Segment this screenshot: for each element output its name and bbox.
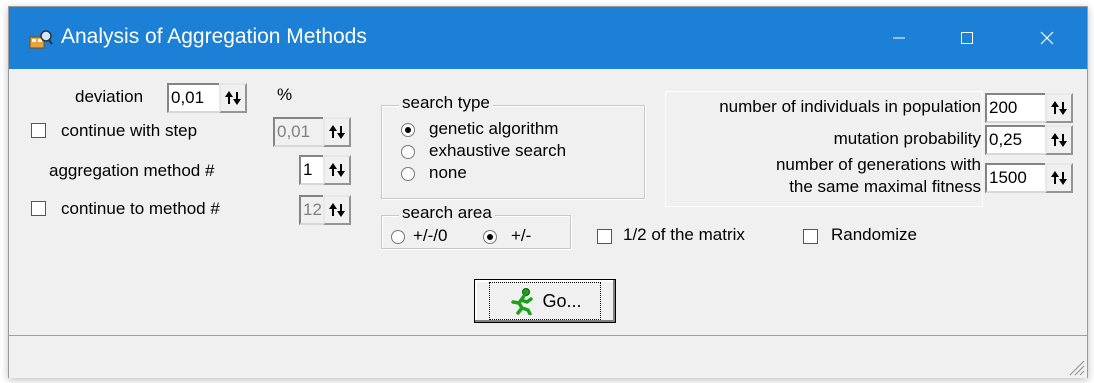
spin-arrows-icon <box>329 163 345 177</box>
radio-plus-minus[interactable] <box>483 230 497 244</box>
title-bar[interactable]: Analysis of Aggregation Methods <box>9 7 1087 69</box>
mutation-value[interactable]: 0,25 <box>985 125 1045 155</box>
deviation-value[interactable]: 0,01 <box>167 83 219 113</box>
go-button-focus: Go... <box>489 282 601 320</box>
close-button[interactable] <box>1019 7 1075 69</box>
radio-plus-minus-zero[interactable] <box>391 230 405 244</box>
radio-none[interactable] <box>401 167 415 181</box>
window-title: Analysis of Aggregation Methods <box>61 25 367 48</box>
go-button-label: Go... <box>542 290 582 311</box>
mutation-spinner[interactable]: 0,25 <box>985 125 1073 155</box>
main-window: Analysis of Aggregation Methods deviatio… <box>8 6 1088 378</box>
continue-method-label: continue to method # <box>61 199 220 218</box>
generations-value[interactable]: 1500 <box>985 163 1045 193</box>
generations-spin-arrows[interactable] <box>1045 163 1073 193</box>
radio-exhaustive-search[interactable] <box>401 145 415 159</box>
none-label: none <box>429 163 467 182</box>
running-man-icon <box>511 288 534 315</box>
generations-label-line2: the same maximal fitness <box>789 177 981 196</box>
analysis-app-icon <box>29 30 53 49</box>
minimize-icon <box>893 37 905 39</box>
maximize-icon <box>961 32 973 44</box>
step-spinner[interactable]: 0,01 <box>273 117 351 147</box>
deviation-spin-arrows[interactable] <box>219 83 247 113</box>
population-label: number of individuals in population <box>719 97 981 116</box>
radio-genetic-algorithm[interactable] <box>401 123 415 137</box>
percent-label: % <box>277 85 293 104</box>
aggregation-method-spin-arrows[interactable] <box>323 155 351 185</box>
deviation-label: deviation <box>75 87 144 106</box>
mutation-label: mutation probability <box>833 129 981 148</box>
continue-method-value[interactable]: 12 <box>299 195 323 225</box>
continue-step-label: continue with step <box>61 121 198 140</box>
generations-spinner[interactable]: 1500 <box>985 163 1073 193</box>
population-spinner[interactable]: 200 <box>985 93 1073 123</box>
continue-method-checkbox[interactable] <box>31 201 46 216</box>
status-bar <box>9 335 1087 378</box>
continue-method-spinner[interactable]: 12 <box>299 195 351 225</box>
half-matrix-checkbox[interactable] <box>597 229 612 244</box>
population-value[interactable]: 200 <box>985 93 1045 123</box>
exhaustive-search-label: exhaustive search <box>429 141 567 160</box>
genetic-algorithm-label: genetic algorithm <box>429 119 559 138</box>
population-spin-arrows[interactable] <box>1045 93 1073 123</box>
continue-method-spin-arrows[interactable] <box>323 195 351 225</box>
step-value[interactable]: 0,01 <box>273 117 323 147</box>
spin-arrows-icon <box>1051 101 1067 115</box>
plus-minus-label: +/- <box>511 226 532 245</box>
spin-arrows-icon <box>1051 171 1067 185</box>
spin-arrows-icon <box>329 203 345 217</box>
step-spin-arrows[interactable] <box>323 117 351 147</box>
spin-arrows-icon <box>329 125 345 139</box>
aggregation-method-spinner[interactable]: 1 <box>299 155 351 185</box>
randomize-label: Randomize <box>831 225 917 244</box>
search-type-title: search type <box>399 93 493 113</box>
client-area: deviation 0,01 % continue with step 0,01… <box>9 69 1087 335</box>
spin-arrows-icon <box>225 91 241 105</box>
resize-grip-icon[interactable] <box>1065 356 1085 376</box>
mutation-spin-arrows[interactable] <box>1045 125 1073 155</box>
randomize-checkbox[interactable] <box>803 229 818 244</box>
go-button[interactable]: Go... <box>474 279 616 323</box>
search-area-title: search area <box>399 203 495 223</box>
continue-step-checkbox[interactable] <box>31 123 46 138</box>
minimize-button[interactable] <box>871 7 927 69</box>
generations-label-line1: number of generations with <box>775 155 981 174</box>
deviation-spinner[interactable]: 0,01 <box>167 83 247 113</box>
spin-arrows-icon <box>1051 133 1067 147</box>
maximize-button[interactable] <box>939 7 995 69</box>
aggregation-method-label: aggregation method # <box>49 161 215 180</box>
aggregation-method-value[interactable]: 1 <box>299 155 323 185</box>
close-icon <box>1040 31 1054 45</box>
half-matrix-label: 1/2 of the matrix <box>623 225 745 244</box>
plus-minus-zero-label: +/-/0 <box>413 226 448 245</box>
